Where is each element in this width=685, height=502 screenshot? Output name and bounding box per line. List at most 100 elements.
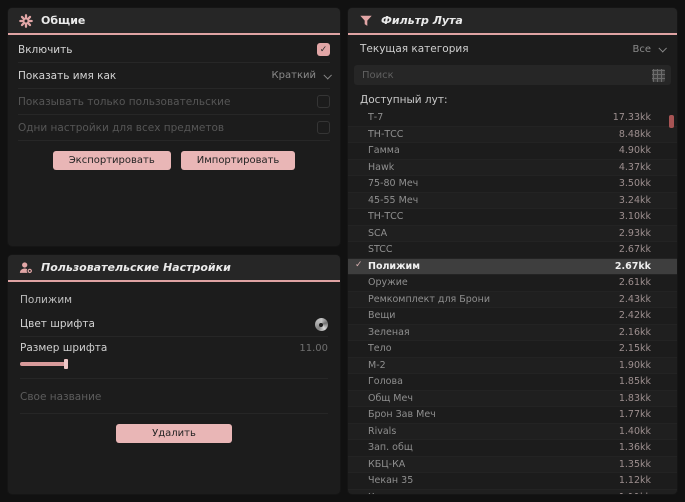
only-custom-label: Показывать только пользовательские bbox=[18, 95, 231, 108]
loot-item-value: 2.67kk bbox=[614, 260, 651, 272]
loot-item-row[interactable]: Ремкомплект для Брони 2.43kk bbox=[348, 291, 677, 308]
loot-item-row[interactable]: ТН-ТСС 8.48kk bbox=[348, 126, 677, 143]
loot-item-name: Зеленая bbox=[368, 326, 410, 338]
general-panel-title: Общие bbox=[41, 14, 86, 27]
search-box bbox=[354, 65, 671, 85]
loot-item-row[interactable]: SCA 2.93kk bbox=[348, 225, 677, 242]
loot-item-row[interactable]: Зеленая 2.16kk bbox=[348, 324, 677, 341]
loot-item-row[interactable]: Тело 2.15kk bbox=[348, 341, 677, 358]
loot-item-value: 3.50kk bbox=[618, 178, 651, 190]
loot-item-row[interactable]: Чекан 35 1.12kk bbox=[348, 473, 677, 490]
loot-item-name: Полижим bbox=[368, 260, 420, 272]
loot-item-name: Hawk bbox=[368, 161, 395, 173]
category-select[interactable]: Все bbox=[632, 43, 667, 55]
loot-filter-title: Фильтр Лута bbox=[381, 14, 463, 27]
font-color-label: Цвет шрифта bbox=[20, 318, 95, 330]
loot-item-row[interactable]: Т-7 17.33kk bbox=[348, 110, 677, 127]
setting-row-enable: Включить ✓ bbox=[18, 37, 330, 63]
loot-item-row[interactable]: М-2 1.90kk bbox=[348, 357, 677, 374]
loot-item-name: 45-55 Меч bbox=[368, 194, 419, 206]
loot-item-row[interactable]: 75-80 Меч 3.50kk bbox=[348, 176, 677, 193]
loot-list-label: Доступный лут: bbox=[360, 94, 448, 106]
loot-item-name: М-2 bbox=[368, 359, 386, 371]
loot-item-row[interactable]: Rivals 1.40kk bbox=[348, 423, 677, 440]
loot-item-row[interactable]: Общ Меч 1.83kk bbox=[348, 390, 677, 407]
loot-item-name: Оружие bbox=[368, 277, 408, 289]
loot-item-row[interactable]: Хлам 1.11kk bbox=[348, 489, 677, 494]
slider-fill bbox=[20, 362, 66, 366]
slider-handle[interactable] bbox=[64, 359, 68, 369]
loot-item-row[interactable]: Оружие 2.61kk bbox=[348, 275, 677, 292]
custom-name-input[interactable] bbox=[20, 387, 328, 414]
scrollbar-thumb[interactable] bbox=[669, 115, 674, 128]
loot-item-value: 2.16kk bbox=[618, 326, 651, 338]
loot-item-value: 3.24kk bbox=[618, 194, 651, 206]
gear-icon bbox=[18, 13, 33, 28]
check-icon: ✓ bbox=[319, 44, 328, 55]
category-row: Текущая категория Все bbox=[348, 35, 677, 63]
loot-item-name: STCC bbox=[368, 244, 393, 256]
loot-item-name: ТН-ТСС bbox=[368, 211, 404, 223]
loot-item-name: Хлам bbox=[368, 492, 394, 494]
loot-filter-panel: Фильтр Лута Текущая категория Все Доступ… bbox=[348, 8, 677, 494]
general-panel: Общие Включить ✓ Показать имя как Кратки… bbox=[8, 8, 340, 246]
loot-item-value: 2.61kk bbox=[618, 277, 651, 289]
loot-item-row[interactable]: КБЦ-КА 1.35kk bbox=[348, 456, 677, 473]
single-settings-checkbox bbox=[317, 121, 330, 134]
font-size-slider[interactable] bbox=[20, 358, 328, 370]
font-size-row: Размер шрифта 11.00 bbox=[20, 337, 328, 379]
loot-item-name: Чекан 35 bbox=[368, 475, 414, 487]
grid-icon[interactable] bbox=[652, 68, 665, 82]
loot-item-row[interactable]: ТН-ТСС 3.10kk bbox=[348, 209, 677, 226]
loot-item-value: 17.33kk bbox=[612, 112, 651, 124]
font-color-row: Цвет шрифта bbox=[20, 312, 328, 337]
funnel-icon bbox=[358, 13, 373, 28]
left-column: Общие Включить ✓ Показать имя как Кратки… bbox=[8, 8, 340, 494]
font-size-label: Размер шрифта bbox=[20, 342, 108, 354]
loot-item-name: Общ Меч bbox=[368, 392, 413, 404]
loot-item-value: 2.43kk bbox=[618, 293, 651, 305]
loot-item-name: ТН-ТСС bbox=[368, 128, 404, 140]
loot-item-name: SCA bbox=[368, 227, 388, 239]
delete-row: Удалить bbox=[8, 424, 340, 443]
loot-item-value: 2.67kk bbox=[618, 244, 651, 256]
loot-item-name: Брон Зав Меч bbox=[368, 409, 436, 421]
loot-item-row[interactable]: 45-55 Меч 3.24kk bbox=[348, 192, 677, 209]
setting-row-single-settings: Одни настройки для всех предметов bbox=[18, 115, 330, 141]
loot-item-row[interactable]: Брон Зав Меч 1.77kk bbox=[348, 407, 677, 424]
loot-item-row[interactable]: Гамма 4.90kk bbox=[348, 143, 677, 160]
loot-item-row[interactable]: STCC 2.67kk bbox=[348, 242, 677, 259]
custom-settings-title: Пользовательские Настройки bbox=[41, 261, 231, 274]
loot-item-row[interactable]: Hawk 4.37kk bbox=[348, 159, 677, 176]
import-button[interactable]: Импортировать bbox=[180, 151, 296, 170]
loot-item-name: Зап. общ bbox=[368, 442, 413, 454]
enable-label: Включить bbox=[18, 43, 73, 56]
loot-item-name: Rivals bbox=[368, 425, 397, 437]
search-input[interactable] bbox=[360, 68, 652, 82]
loot-item-row[interactable]: Голова 1.85kk bbox=[348, 374, 677, 391]
export-button[interactable]: Экспортировать bbox=[52, 151, 171, 170]
loot-item-row[interactable]: ✓ Полижим 2.67kk bbox=[348, 258, 677, 275]
loot-item-row[interactable]: Вещи 2.42kk bbox=[348, 308, 677, 325]
right-column: Фильтр Лута Текущая категория Все Доступ… bbox=[348, 8, 677, 494]
name-mode-select[interactable]: Краткий bbox=[272, 70, 332, 81]
chevron-down-icon bbox=[658, 44, 667, 53]
custom-settings-panel: Пользовательские Настройки Полижим Цвет … bbox=[8, 255, 340, 494]
loot-item-value: 1.12kk bbox=[618, 475, 651, 487]
delete-button[interactable]: Удалить bbox=[116, 424, 232, 443]
loot-item-name: Гамма bbox=[368, 145, 400, 157]
loot-item-value: 2.93kk bbox=[618, 227, 651, 239]
general-rows: Включить ✓ Показать имя как Краткий Пока… bbox=[8, 35, 340, 170]
loot-item-value: 1.11kk bbox=[619, 492, 651, 494]
only-custom-checkbox bbox=[317, 95, 330, 108]
loot-item-row[interactable]: Зап. общ 1.36kk bbox=[348, 440, 677, 457]
loot-item-value: 1.36kk bbox=[618, 442, 651, 454]
loot-item-value: 4.37kk bbox=[618, 161, 651, 173]
enable-checkbox[interactable]: ✓ bbox=[317, 43, 330, 56]
palette-icon[interactable] bbox=[315, 317, 328, 331]
selected-item-name: Полижим bbox=[20, 294, 73, 306]
loot-item-name: Т-7 bbox=[368, 112, 384, 124]
loot-item-value: 1.35kk bbox=[618, 458, 651, 470]
loot-item-name: Вещи bbox=[368, 310, 396, 322]
category-value: Все bbox=[632, 43, 651, 55]
